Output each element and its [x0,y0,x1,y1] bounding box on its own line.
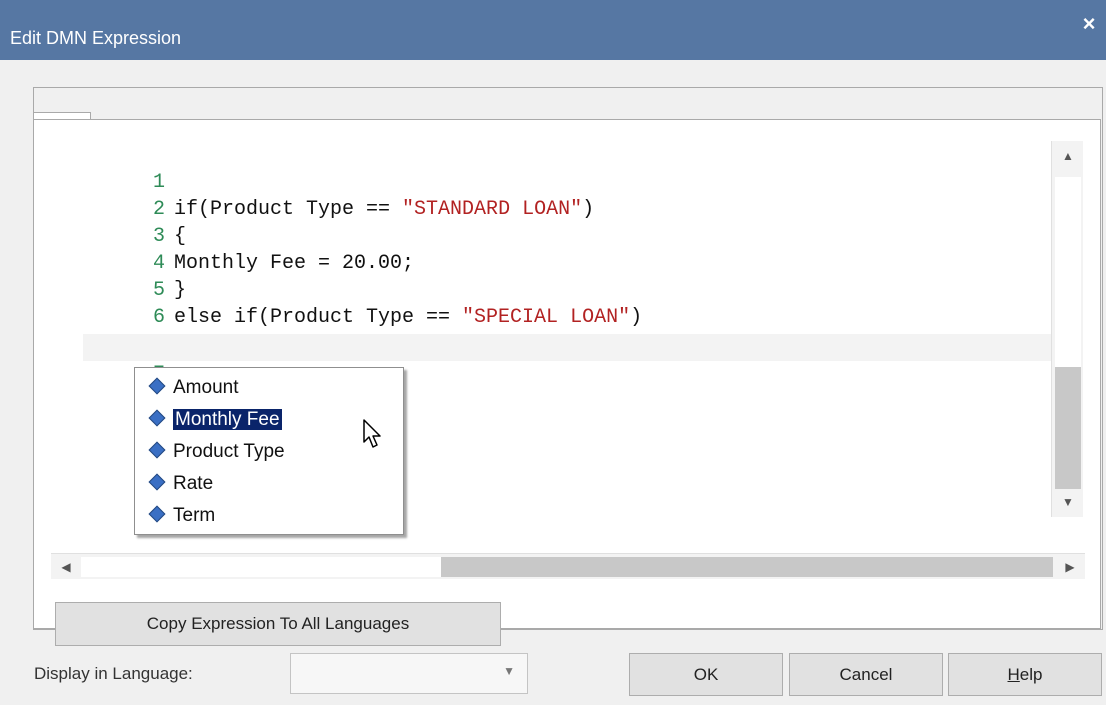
copy-expression-button[interactable]: Copy Expression To All Languages [55,602,501,646]
autocomplete-item[interactable]: Term [148,501,215,531]
ok-button[interactable]: OK [629,653,783,696]
code-text: else if(Product Type == "SPECIAL LOAN") [174,306,643,329]
help-button[interactable]: Help [948,653,1102,696]
scroll-thumb[interactable] [1055,177,1081,367]
code-line: 3 Monthly Fee = 20.00; [83,196,1051,275]
autocomplete-item[interactable]: Amount [148,373,238,403]
code-line: 6 { [83,277,1051,356]
hscroll-track[interactable] [441,557,1053,577]
autocomplete-popup: Amount Monthly Fee Product Type Rate Ter… [134,367,404,535]
mouse-pointer-icon [363,419,381,448]
close-icon[interactable]: × [1078,13,1100,36]
scroll-track[interactable] [1055,367,1081,489]
line-number: 6 [152,306,165,329]
display-language-label: Display in Language: [34,664,193,683]
code-line: 5 else if(Product Type == "SPECIAL LOAN"… [83,250,1051,329]
code-line: 2 { [83,169,1051,248]
attribute-icon [148,473,166,491]
hscroll-thumb[interactable] [81,557,441,577]
attribute-icon [148,505,166,523]
scroll-right-icon[interactable]: ▶ [1055,554,1085,580]
display-language-select[interactable]: ▼ [290,653,528,694]
help-button-label: Help [1007,665,1043,684]
dialog-body: FEEL JavaScript Java C# C++ 1 if(Product… [0,60,1106,705]
window-title: Edit DMN Expression [10,28,182,48]
scroll-left-icon[interactable]: ◀ [51,554,81,580]
scroll-down-icon[interactable]: ▼ [1052,487,1084,517]
code-line: 1 if(Product Type == "STANDARD LOAN") [83,142,1051,221]
autocomplete-item[interactable]: Product Type [148,437,285,467]
horizontal-scrollbar[interactable]: ◀ ▶ [51,553,1085,579]
attribute-icon [148,441,166,459]
chevron-down-icon: ▼ [503,664,515,678]
attribute-icon [148,409,166,427]
attribute-icon [148,377,166,395]
autocomplete-item[interactable]: Rate [148,469,213,499]
code-line-current: 7 [83,334,1051,386]
autocomplete-item-selected[interactable]: Monthly Fee [148,405,283,435]
scroll-up-icon[interactable]: ▲ [1052,141,1084,171]
string-literal: "SPECIAL LOAN" [462,306,631,329]
cancel-button[interactable]: Cancel [789,653,943,696]
code-line: 4 } [83,223,1051,302]
title-bar: Edit DMN Expression × [0,0,1106,60]
vertical-scrollbar[interactable]: ▲ ▼ [1051,141,1083,517]
